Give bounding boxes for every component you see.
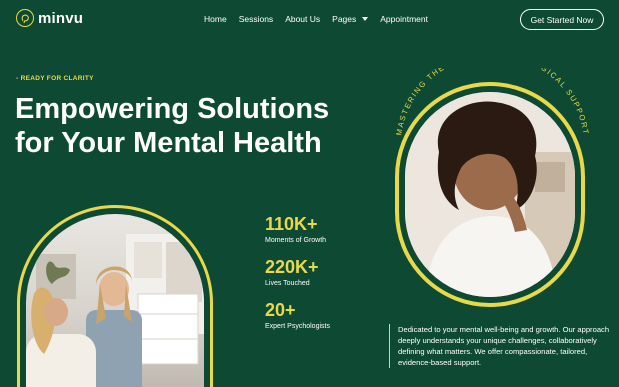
brain-icon [16,9,34,27]
therapy-session-photo [17,205,213,387]
stat-value: 20+ [265,300,296,320]
nav-item-appointment[interactable]: Appointment [380,14,428,24]
stat-value: 220K+ [265,257,319,277]
stat-label: Lives Touched [265,280,310,287]
brand-name: minvu [38,9,84,27]
hero-headline-line-2: for Your Mental Health [15,127,322,159]
top-navigation: minvu Home Sessions About Us Pages Appoi… [0,0,619,40]
hero-portrait-area: MASTERING THE ART OF PSYCHOLOGICAL SUPPO… [385,68,600,318]
woman-portrait-image [405,92,575,297]
main-menu: Home Sessions About Us Pages Appointment [204,14,440,24]
woman-portrait-photo [395,82,585,307]
stat-item: 20+ Expert Psychologists [265,300,330,330]
nav-item-pages[interactable]: Pages [332,14,369,24]
nav-item-about-us[interactable]: About Us [285,14,320,24]
hero-headline: Empowering Solutions for Your Mental Hea… [15,92,375,160]
hero-description: Dedicated to your mental well-being and … [389,324,611,369]
nav-item-home[interactable]: Home [204,14,227,24]
stat-item: 220K+ Lives Touched [265,257,330,287]
nav-item-label: Appointment [380,14,428,24]
stats-list: 110K+ Moments of Growth 220K+ Lives Touc… [265,214,330,343]
nav-item-label: Sessions [238,14,274,24]
woman-portrait-illustration [405,92,575,297]
nav-item-label: About Us [285,14,321,24]
caret-down-icon [362,17,369,21]
stat-label: Expert Psychologists [265,323,330,330]
nav-item-label: Home [204,14,227,24]
therapy-session-illustration [26,234,204,387]
stat-label: Moments of Growth [265,237,327,244]
nav-item-sessions[interactable]: Sessions [239,14,274,24]
hero-headline-line-1: Empowering Solutions [15,93,330,125]
stat-item: 110K+ Moments of Growth [265,214,330,244]
stat-value: 110K+ [265,214,318,234]
brand-logo[interactable]: minvu [16,9,83,27]
get-started-button[interactable]: Get Started Now [520,9,604,30]
nav-item-label: Pages [332,14,357,24]
hero-eyebrow: - READY FOR CLARITY [16,75,94,82]
therapy-session-image [26,214,204,387]
